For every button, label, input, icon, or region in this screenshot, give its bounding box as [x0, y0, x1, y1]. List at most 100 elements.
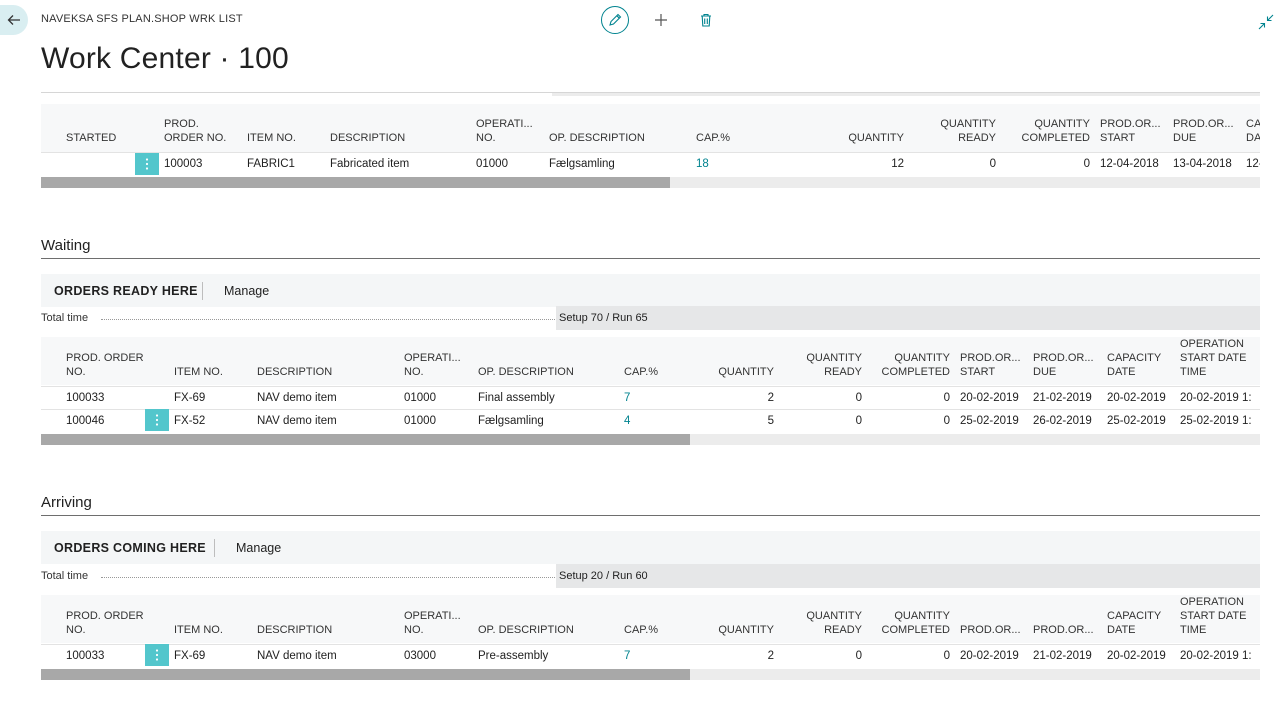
back-button[interactable] [0, 5, 28, 35]
row-actions-button[interactable] [135, 153, 159, 175]
cell-cap-pct[interactable]: 4 [619, 409, 691, 433]
cell-prod-order-no[interactable]: 100003 [159, 151, 242, 175]
horizontal-scrollbar[interactable] [41, 434, 1260, 445]
col-operation-no[interactable]: OPERATI... NO. [399, 337, 473, 387]
pencil-icon [609, 13, 622, 26]
table-row[interactable]: 100033 FX-69 NAV demo item 01000 Final a… [41, 386, 1260, 410]
manage-menu-button[interactable]: Manage [224, 284, 269, 298]
cell-prod-order-no[interactable]: 100033 [41, 386, 169, 410]
scrollbar-thumb[interactable] [41, 434, 690, 445]
col-quantity-ready[interactable]: QUANTITY READY [779, 595, 867, 645]
cell-item-no: FX-69 [169, 644, 252, 668]
cell-due: 21-02-2019 [1028, 644, 1102, 668]
page-toolbar [601, 6, 720, 34]
cell-description: NAV demo item [252, 644, 399, 668]
total-time-value: Setup 70 / Run 65 [556, 306, 1260, 330]
cell-op-description: Fælgsamling [544, 151, 691, 175]
cell-quantity-completed: 0 [1001, 151, 1095, 175]
breadcrumb[interactable]: NAVEKSA SFS PLAN.SHOP WRK LIST [41, 13, 243, 25]
part-title-orders-ready[interactable]: ORDERS READY HERE [54, 284, 198, 298]
cell-cap-pct[interactable]: 18 [691, 151, 789, 175]
cell-operation-no: 01000 [471, 151, 544, 175]
col-item-no[interactable]: ITEM NO. [169, 595, 252, 645]
row-actions-button[interactable] [145, 644, 169, 666]
col-due[interactable]: PROD.OR... DUE [1028, 337, 1102, 387]
scrollbar-thumb[interactable] [41, 669, 690, 680]
col-quantity-ready[interactable]: QUANTITY READY [779, 337, 867, 387]
col-start[interactable]: PROD.OR... [955, 595, 1028, 645]
divider-shadow [552, 93, 1260, 96]
col-capacity-date[interactable]: CAPACITY DATE [1102, 595, 1175, 645]
col-operation-start[interactable]: OPERATION START DATE TIME [1175, 337, 1260, 387]
part-header-arriving: ORDERS COMING HERE Manage [41, 531, 1260, 564]
section-title-waiting[interactable]: Waiting [41, 237, 90, 254]
horizontal-scrollbar[interactable] [41, 669, 1260, 680]
col-operation-start[interactable]: OPERATION START DATE TIME [1175, 595, 1260, 645]
col-cap-pct[interactable]: CAP.% [619, 337, 691, 387]
part-title-orders-coming[interactable]: ORDERS COMING HERE [54, 541, 206, 555]
col-description[interactable]: DESCRIPTION [252, 595, 399, 645]
col-description[interactable]: DESCRIPTION [325, 104, 471, 152]
cell-operation-start: 20-02-2019 1: [1175, 644, 1260, 668]
cell-description: NAV demo item [252, 386, 399, 410]
col-quantity[interactable]: QUANTITY [691, 595, 779, 645]
row-actions-button[interactable] [145, 409, 169, 431]
col-quantity-completed[interactable]: QUANTITY COMPLETED [1001, 104, 1095, 152]
cell-quantity-ready: 0 [909, 151, 1001, 175]
table-row[interactable]: 100003 FABRIC1 Fabricated item 01000 Fæl… [41, 151, 1260, 175]
col-prod-order-no[interactable]: PROD. ORDER NO. [41, 595, 169, 645]
cell-capacity-date: 12-04-2018 [1241, 151, 1260, 175]
col-due[interactable]: PROD.OR... [1028, 595, 1102, 645]
col-op-description[interactable]: OP. DESCRIPTION [473, 595, 619, 645]
edit-button[interactable] [601, 6, 629, 34]
cell-quantity: 2 [691, 386, 779, 410]
cell-cap-pct[interactable]: 7 [619, 386, 691, 410]
collapse-button[interactable] [1258, 14, 1274, 30]
cell-operation-start: 25-02-2019 1: [1175, 409, 1260, 433]
orders-ready-grid: PROD. ORDER NO. ITEM NO. DESCRIPTION OPE… [41, 337, 1260, 433]
col-operation-no[interactable]: OPERATI... NO. [399, 595, 473, 645]
col-op-description[interactable]: OP. DESCRIPTION [544, 104, 691, 152]
col-cap-pct[interactable]: CAP.% [691, 104, 789, 152]
col-prod-order-no[interactable]: PROD. ORDER NO. [159, 104, 242, 152]
col-due[interactable]: PROD.OR... DUE [1168, 104, 1241, 152]
total-time-row: Total time Setup 70 / Run 65 [41, 306, 1260, 330]
cell-capacity-date: 20-02-2019 [1102, 644, 1175, 668]
cell-quantity-completed: 0 [867, 409, 955, 433]
col-item-no[interactable]: ITEM NO. [242, 104, 325, 152]
table-row[interactable]: 100033 FX-69 NAV demo item 03000 Pre-ass… [41, 644, 1260, 668]
cell-due: 26-02-2019 [1028, 409, 1102, 433]
col-capacity-date[interactable]: CAPACITY DATE [1102, 337, 1175, 387]
col-prod-order-no[interactable]: PROD. ORDER NO. [41, 337, 169, 387]
col-start[interactable]: PROD.OR... START [955, 337, 1028, 387]
col-quantity[interactable]: QUANTITY [691, 337, 779, 387]
col-item-no[interactable]: ITEM NO. [169, 337, 252, 387]
back-arrow-icon [7, 15, 20, 25]
collapse-icon [1258, 14, 1274, 30]
manage-menu-button[interactable]: Manage [236, 541, 281, 555]
new-button[interactable] [647, 6, 675, 34]
delete-button[interactable] [692, 6, 720, 34]
horizontal-scrollbar[interactable] [41, 177, 1260, 188]
col-quantity[interactable]: QUANTITY [789, 104, 909, 152]
cell-description: NAV demo item [252, 409, 399, 433]
page-title: Work Center · 100 [41, 42, 289, 75]
col-quantity-completed[interactable]: QUANTITY COMPLETED [867, 337, 955, 387]
col-capacity-date[interactable]: CAPACITY DATE [1241, 104, 1260, 152]
more-vertical-icon [155, 649, 159, 661]
table-row[interactable]: 100046 FX-52 NAV demo item 01000 Fælgsam… [41, 409, 1260, 433]
scrollbar-thumb[interactable] [41, 177, 670, 188]
total-time-label: Total time [41, 570, 89, 582]
section-title-arriving[interactable]: Arriving [41, 494, 92, 511]
col-start[interactable]: PROD.OR... START [1095, 104, 1168, 152]
col-cap-pct[interactable]: CAP.% [619, 595, 691, 645]
col-description[interactable]: DESCRIPTION [252, 337, 399, 387]
col-op-description[interactable]: OP. DESCRIPTION [473, 337, 619, 387]
cell-cap-pct[interactable]: 7 [619, 644, 691, 668]
separator [202, 282, 203, 300]
col-quantity-ready[interactable]: QUANTITY READY [909, 104, 1001, 152]
col-operation-no[interactable]: OPERATI... NO. [471, 104, 544, 152]
col-quantity-completed[interactable]: QUANTITY COMPLETED [867, 595, 955, 645]
cell-quantity-completed: 0 [867, 386, 955, 410]
col-started[interactable]: STARTED [41, 104, 159, 152]
